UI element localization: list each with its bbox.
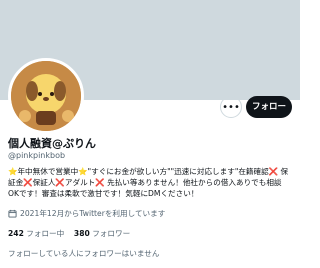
display-name: 個人融資@ぷりん — [8, 137, 96, 150]
avatar[interactable] — [8, 58, 84, 134]
joined-text: 2021年12月からTwitterを利用しています — [20, 209, 166, 218]
calendar-icon — [8, 209, 17, 218]
following-count: 242 — [8, 229, 24, 238]
follow-stats: 242 フォロー中 380 フォロワー — [8, 228, 130, 239]
followers-count: 380 — [73, 229, 90, 238]
following-link[interactable]: 242 フォロー中 — [8, 229, 67, 238]
handle: @pinkpinkbob — [8, 151, 66, 160]
avatar-illustration — [11, 61, 81, 131]
joined-date: 2021年12月からTwitterを利用しています — [8, 208, 165, 219]
followers-label: フォロワー — [92, 229, 131, 238]
ellipsis-icon: ••• — [222, 101, 240, 113]
bio: ⭐年中無休で営業中⭐"すぐにお金が欲しい方""迅速に対応します"在籍確認❌ 保証… — [8, 167, 289, 198]
more-options-button[interactable]: ••• — [220, 96, 242, 118]
followers-link[interactable]: 380 フォロワー — [74, 229, 130, 238]
following-label: フォロー中 — [26, 229, 65, 238]
mutual-followers-note: フォローしている人にフォロワーはいません — [8, 249, 160, 258]
follow-button[interactable]: フォロー — [246, 96, 292, 118]
